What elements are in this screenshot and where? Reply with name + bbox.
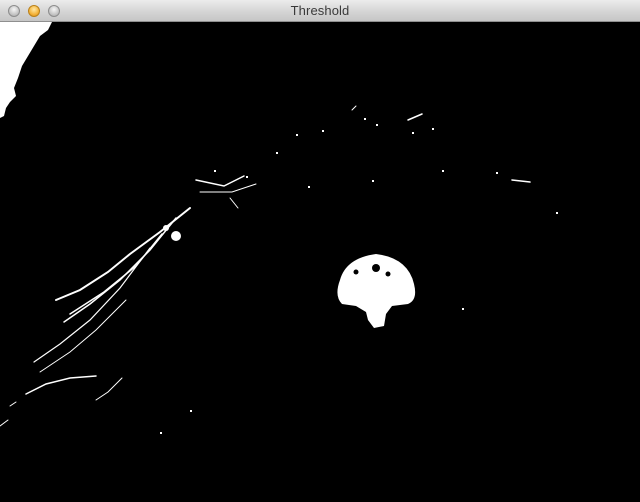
threshold-image <box>0 22 640 502</box>
window-title: Threshold <box>290 3 350 18</box>
title-bar[interactable]: Threshold <box>0 0 640 22</box>
threshold-image-canvas <box>0 22 640 502</box>
threshold-window: Threshold <box>0 0 640 502</box>
